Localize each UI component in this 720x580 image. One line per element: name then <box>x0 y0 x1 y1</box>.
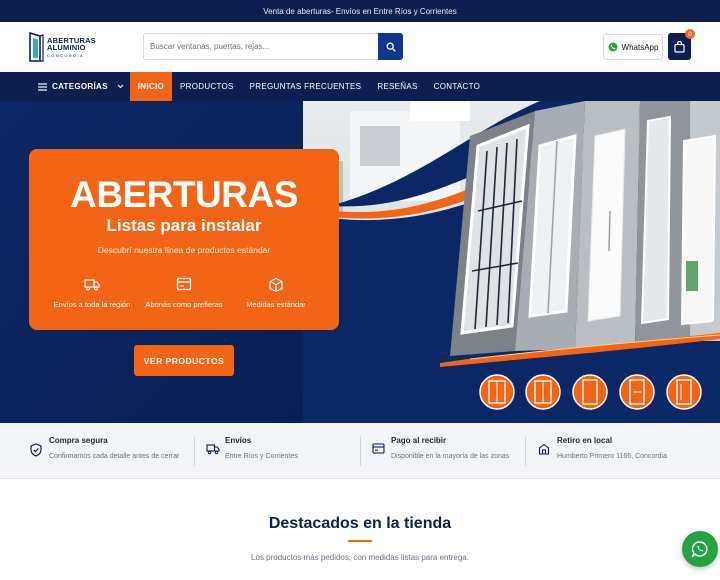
logo-line-3: CONCORDIA <box>47 52 85 58</box>
info-title: Compra segura <box>49 436 108 445</box>
main-nav: CATEGORÍAS INICIO PRODUCTOS PREGUNTAS FR… <box>0 72 720 101</box>
info-title: Envíos <box>225 436 252 445</box>
nav-item-productos[interactable]: PRODUCTOS <box>172 72 242 101</box>
cart-count-badge: 0 <box>685 29 695 39</box>
announcement-text: Venta de aberturas- Envíos en Entre Ríos… <box>263 6 457 16</box>
view-products-button[interactable]: VER PRODUCTOS <box>134 345 234 376</box>
hero-subtitle: Listas para instalar <box>106 216 262 235</box>
whatsapp-button[interactable]: WhatsApp <box>603 34 663 60</box>
divider <box>194 436 195 466</box>
hamburger-icon <box>38 82 47 91</box>
hero-promo-card: ABERTURAS Listas para instalar Descubrí … <box>29 149 339 330</box>
search-button[interactable] <box>378 33 403 60</box>
hero-banner: ABERTURAS Listas para instalar Descubrí … <box>0 101 720 423</box>
featured-title: Destacados en la tienda <box>268 515 452 532</box>
cart-button[interactable]: 0 <box>668 29 695 60</box>
nav-item-resenas[interactable]: RESEÑAS <box>369 72 425 101</box>
info-desc: Confirmamos cada detalle antes de cerrar <box>49 453 180 460</box>
info-desc: Entre Ríos y Corrientes <box>225 453 298 460</box>
whatsapp-label: WhatsApp <box>621 42 659 52</box>
nav-item-inicio[interactable]: INICIO <box>129 72 172 101</box>
divider <box>525 436 526 466</box>
whatsapp-icon <box>691 541 708 558</box>
feature-label: Medidas estándar <box>246 300 306 309</box>
window-logo-icon <box>28 31 44 63</box>
categories-label: CATEGORÍAS <box>52 82 108 91</box>
card-icon <box>176 277 192 291</box>
logo-line-2: ALUMINIO <box>47 43 86 52</box>
search-icon <box>386 42 396 52</box>
nav-item-preguntas-frecuentes[interactable]: PREGUNTAS FRECUENTES <box>242 72 370 101</box>
truck-icon <box>206 444 220 455</box>
hero-title: ABERTURAS <box>70 174 298 215</box>
feature-payment: Abonás como prefieras <box>134 277 234 309</box>
wallet-icon <box>372 443 385 454</box>
info-desc: Humberto Primero 1166, Concordia <box>557 453 667 460</box>
feature-label: Abonás como prefieras <box>145 300 223 309</box>
divider <box>360 436 361 466</box>
info-title: Pago al recibir <box>391 436 447 445</box>
feature-shipping: Envíos a toda la región <box>42 277 142 309</box>
featured-subtitle: Los productos más pedidos, con medidas l… <box>251 553 469 562</box>
shopping-bag-icon <box>674 40 685 53</box>
chevron-down-icon <box>117 84 124 89</box>
search-input[interactable] <box>144 34 379 59</box>
whatsapp-float-button[interactable] <box>682 531 718 567</box>
brand-logo[interactable]: ABERTURAS ALUMINIO CONCORDIA <box>28 30 96 64</box>
feature-label: Envíos a toda la región <box>53 300 131 309</box>
site-header: ABERTURAS ALUMINIO CONCORDIA WhatsApp 0 <box>0 22 720 72</box>
search-bar <box>143 33 403 60</box>
title-underline <box>348 540 372 542</box>
nav-item-contacto[interactable]: CONTACTO <box>426 72 489 101</box>
box-icon <box>269 277 283 293</box>
shield-check-icon <box>30 443 42 457</box>
announcement-bar: Venta de aberturas- Envíos en Entre Ríos… <box>0 0 720 22</box>
info-desc: Disponible en la mayoría de las zonas <box>391 453 510 460</box>
feature-sizes: Medidas estándar <box>226 277 326 309</box>
categories-menu[interactable]: CATEGORÍAS <box>38 72 130 101</box>
info-strip: Compra segura Confirmamos cada detalle a… <box>0 423 720 479</box>
truck-icon <box>84 279 100 291</box>
whatsapp-icon <box>608 42 618 52</box>
hero-description: Descubrí nuestra línea de productos está… <box>97 245 271 255</box>
store-icon <box>538 443 550 455</box>
info-title: Retiro en local <box>557 436 613 445</box>
